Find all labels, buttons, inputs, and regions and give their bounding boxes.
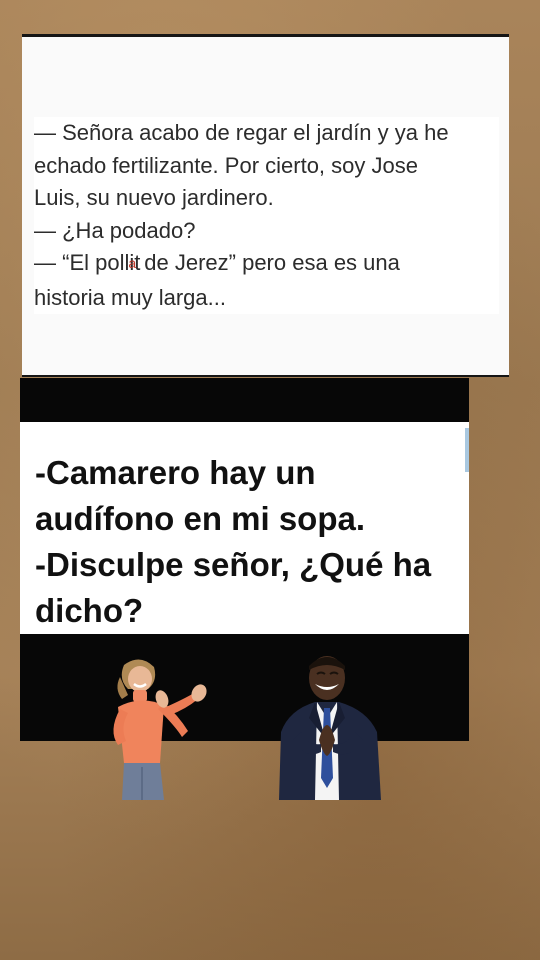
joke-1-line: — ¿Ha podado? — [34, 217, 196, 243]
joke-2-line: -Disculpe señor, ¿Qué ha — [35, 546, 432, 583]
scrollbar-accent — [465, 428, 469, 472]
joke-1-line-part: — “El pollit — [34, 250, 141, 275]
joke-card-1: — Señora acabo de regar el jardín y ya h… — [22, 34, 509, 377]
black-divider-bottom — [20, 634, 469, 741]
joke-2-line: dicho? — [35, 592, 144, 629]
joke-2-text: -Camarero hay un audífono en mi sopa. -D… — [35, 450, 465, 634]
joke-1-line: — “El pollita de Jerez” pero esa es una — [34, 247, 499, 282]
joke-card-2: -Camarero hay un audífono en mi sopa. -D… — [20, 422, 469, 634]
clapping-woman-sticker — [113, 659, 207, 800]
joke-2-line: audífono en mi sopa. — [35, 500, 366, 537]
joke-1-line: — Señora acabo de regar el jardín y ya h… — [34, 120, 449, 145]
joke-1-line-part: de Jerez” pero esa es una — [138, 250, 400, 275]
laughing-man-sticker — [279, 656, 381, 800]
joke-1-line: historia muy larga... — [34, 284, 226, 310]
black-divider-top — [20, 378, 469, 422]
joke-2-line: -Camarero hay un — [35, 454, 316, 491]
correction-mark: a — [128, 255, 137, 271]
joke-1-text: — Señora acabo de regar el jardín y ya h… — [34, 117, 499, 314]
joke-1-line: echado fertilizante. Por cierto, soy Jos… — [34, 152, 418, 178]
joke-1-line: Luis, su nuevo jardinero. — [34, 185, 274, 210]
